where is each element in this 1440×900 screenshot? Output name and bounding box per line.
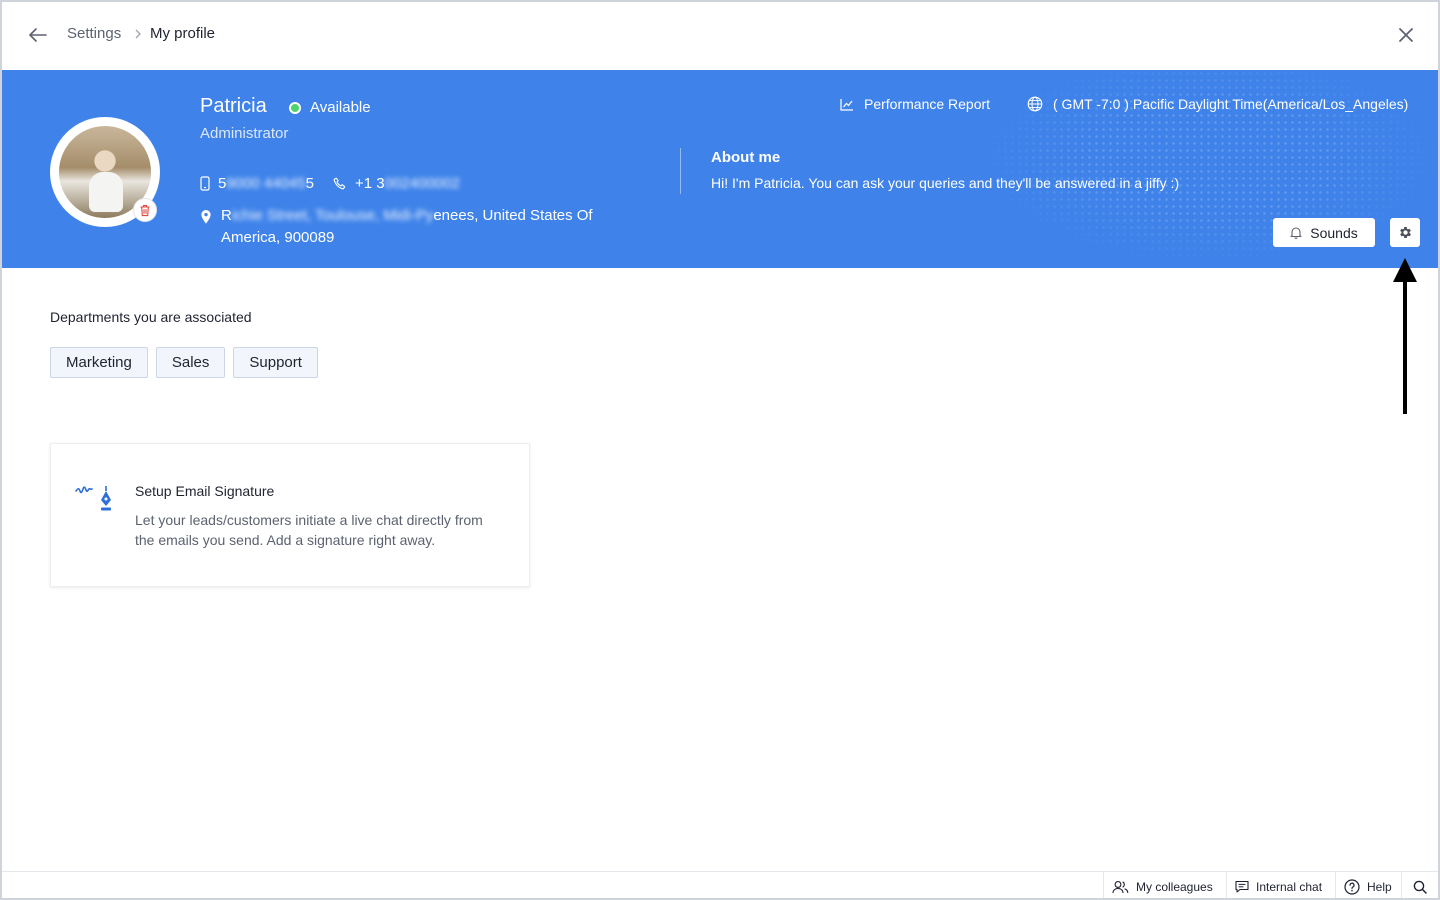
chart-icon: [840, 98, 853, 111]
performance-report-link[interactable]: Performance Report: [840, 96, 990, 112]
signature-pen-icon: [75, 486, 111, 511]
vertical-divider: [680, 148, 681, 194]
my-colleagues-label: My colleagues: [1136, 879, 1213, 894]
address-blurred: ichie Street, Toulouse, Midi-Py: [231, 207, 434, 224]
about-me-text: Hi! I'm Patricia. You can ask your queri…: [711, 175, 1180, 191]
address-start: R: [221, 207, 232, 224]
mobile-number: 59000 440455: [200, 175, 314, 192]
phone-number: +1 3002400002: [333, 175, 460, 192]
people-icon: [1112, 880, 1129, 893]
address: Richie Street, Toulouse, Midi-Pyenees, U…: [200, 205, 630, 249]
back-arrow-icon[interactable]: [26, 24, 50, 46]
gear-icon: [1399, 227, 1411, 238]
my-colleagues-button[interactable]: My colleagues: [1103, 872, 1221, 900]
help-label: Help: [1367, 879, 1392, 894]
internal-chat-label: Internal chat: [1256, 879, 1323, 894]
mobile-icon: [200, 176, 210, 191]
departments-list: Marketing Sales Support: [50, 347, 318, 378]
bottom-bar: My colleagues Internal chat Help: [0, 871, 1440, 900]
phone-icon: [333, 177, 346, 189]
help-circle-icon: [1344, 878, 1360, 895]
search-button[interactable]: [1401, 872, 1438, 900]
page-title: My profile: [150, 25, 216, 42]
close-icon[interactable]: [1395, 24, 1417, 46]
chevron-right-icon: [133, 27, 143, 41]
profile-name: Patricia: [200, 95, 267, 117]
about-me-title: About me: [711, 149, 781, 166]
annotation-arrow-up-icon: [1393, 258, 1417, 414]
top-bar: Settings My profile: [0, 0, 1440, 70]
departments-title: Departments you are associated: [50, 309, 252, 325]
signature-card-description: Let your leads/customers initiate a live…: [135, 512, 483, 548]
address-end: enees, United States Of: [433, 207, 593, 224]
internal-chat-button[interactable]: Internal chat: [1226, 872, 1330, 900]
chat-bubble-icon: [1235, 880, 1249, 893]
email-signature-card[interactable]: Setup Email Signature Let your leads/cus…: [50, 443, 530, 587]
status-label: Available: [310, 99, 371, 116]
sounds-button[interactable]: Sounds: [1273, 218, 1375, 247]
timezone-label: ( GMT -7:0 ) Pacific Daylight Time(Ameri…: [1053, 96, 1409, 112]
breadcrumb-settings[interactable]: Settings: [67, 25, 121, 42]
department-chip: Sales: [155, 347, 226, 378]
location-pin-icon: [201, 210, 211, 224]
address-line2: America, 900089: [221, 229, 335, 246]
department-chip: Support: [233, 347, 318, 378]
settings-gear-button[interactable]: [1390, 218, 1420, 247]
globe-icon: [1027, 96, 1043, 112]
status-selector[interactable]: Available: [289, 99, 371, 116]
profile-banner: Patricia Available Administrator 59000 4…: [2, 70, 1438, 268]
search-icon: [1413, 880, 1427, 894]
sounds-label: Sounds: [1310, 224, 1358, 241]
signature-card-title: Setup Email Signature: [135, 483, 275, 499]
profile-role: Administrator: [200, 125, 289, 142]
department-chip: Marketing: [50, 347, 148, 378]
bell-icon: [1290, 227, 1302, 239]
timezone-selector[interactable]: ( GMT -7:0 ) Pacific Daylight Time(Ameri…: [1027, 96, 1408, 112]
mobile-end: 5: [305, 175, 314, 192]
performance-report-label: Performance Report: [864, 96, 991, 112]
status-dot-icon: [289, 101, 301, 114]
help-button[interactable]: Help: [1335, 872, 1400, 900]
phone-start: +1 3: [355, 175, 385, 192]
trash-icon[interactable]: [133, 198, 157, 222]
mobile-blurred: 9000 44045: [226, 175, 306, 192]
phone-blurred: 002400002: [384, 175, 460, 192]
